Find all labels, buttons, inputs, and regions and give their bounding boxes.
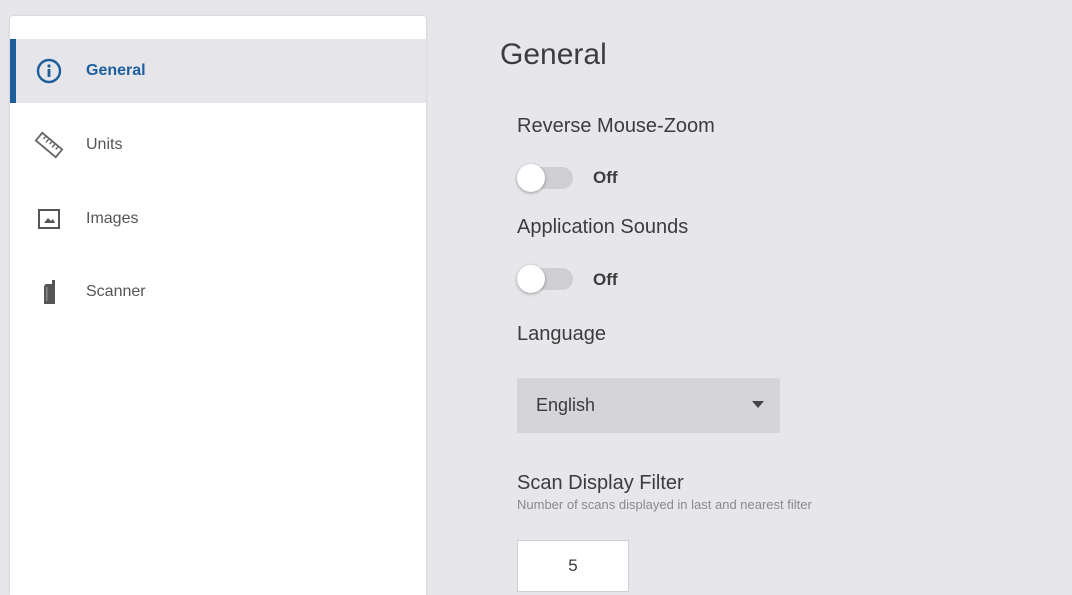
application-sounds-toggle[interactable] [517, 265, 573, 293]
caret-down-icon [752, 401, 764, 408]
language-select[interactable]: English [517, 378, 780, 433]
application-sounds-state: Off [593, 270, 618, 289]
settings-content: General Reverse Mouse-Zoom Off Applicati… [426, 0, 1072, 595]
scan-display-filter-input[interactable] [517, 540, 629, 592]
reverse-mouse-zoom-toggle[interactable] [517, 164, 573, 192]
sidebar-item-label: Scanner [86, 283, 146, 300]
language-select-value: English [536, 395, 596, 415]
application-sounds-label: Application Sounds [517, 216, 689, 238]
language-label: Language [517, 323, 606, 345]
image-icon [34, 204, 64, 234]
scan-display-filter-label: Scan Display Filter [517, 472, 684, 494]
page-title: General [500, 38, 607, 71]
sidebar-item-images[interactable]: Images [10, 187, 426, 251]
scanner-icon [34, 277, 64, 307]
sidebar-item-label: General [86, 62, 146, 79]
reverse-mouse-zoom-label: Reverse Mouse-Zoom [517, 115, 715, 137]
ruler-icon [34, 130, 64, 160]
sidebar-item-scanner[interactable]: Scanner [10, 260, 426, 324]
sidebar-item-label: Units [86, 136, 123, 153]
toggle-knob [517, 164, 545, 192]
sidebar-item-units[interactable]: Units [10, 113, 426, 177]
toggle-knob [517, 265, 545, 293]
settings-window: General Units Images Scanner General Rev… [0, 0, 1072, 595]
reverse-mouse-zoom-state: Off [593, 168, 618, 187]
sidebar-item-label: Images [86, 210, 139, 227]
settings-sidebar: General Units Images Scanner [10, 16, 426, 595]
sidebar-item-general[interactable]: General [10, 39, 426, 103]
scan-display-filter-description: Number of scans displayed in last and ne… [517, 497, 812, 512]
info-icon [34, 56, 64, 86]
